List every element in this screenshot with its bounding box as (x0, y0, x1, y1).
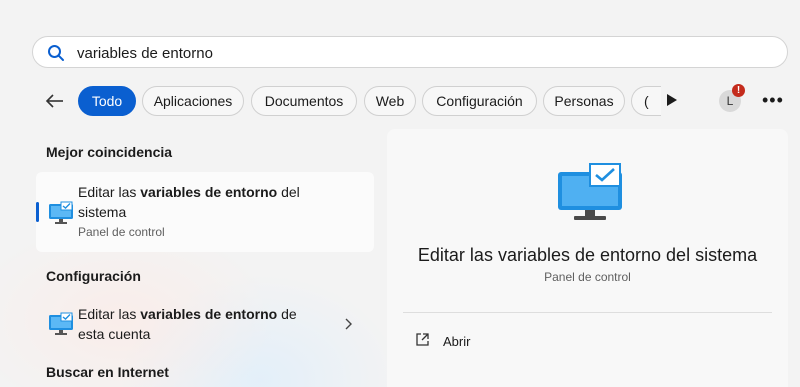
search-input[interactable] (77, 41, 757, 65)
web-search-heading: Buscar en Internet (46, 364, 169, 380)
more-options-button[interactable]: ••• (762, 90, 784, 111)
monitor-checkmark-icon (49, 312, 73, 335)
divider (403, 312, 772, 313)
settings-result[interactable]: Editar las variables de entorno de esta … (36, 296, 374, 348)
monitor-checkmark-icon (558, 163, 622, 220)
tab-todo[interactable]: Todo (78, 86, 136, 116)
monitor-checkmark-icon (49, 201, 73, 224)
best-match-title: Editar las variables de entorno del (78, 184, 300, 200)
chevron-right-icon[interactable] (343, 318, 353, 330)
best-match-title-line2: sistema (78, 204, 127, 220)
open-action[interactable]: Abrir (403, 325, 772, 355)
search-box[interactable] (32, 36, 788, 68)
settings-result-title: Editar las variables de entorno de (78, 306, 297, 322)
settings-heading: Configuración (46, 268, 141, 284)
preview-pane: Editar las variables de entorno del sist… (387, 129, 788, 387)
tab-configuracion[interactable]: Configuración (422, 86, 537, 116)
best-match-heading: Mejor coincidencia (46, 144, 173, 160)
preview-subtitle: Panel de control (544, 270, 631, 284)
settings-result-title-line2: esta cuenta (78, 326, 151, 342)
open-external-icon (416, 333, 429, 346)
notification-badge: ! (732, 84, 745, 97)
preview-title: Editar las variables de entorno del sist… (417, 245, 758, 265)
best-match-result[interactable]: Editar las variables de entorno del sist… (36, 172, 374, 252)
best-match-subtitle: Panel de control (78, 225, 165, 239)
open-label: Abrir (443, 334, 471, 349)
tab-web[interactable]: Web (364, 86, 416, 116)
back-arrow-icon[interactable] (44, 90, 66, 112)
tab-documentos[interactable]: Documentos (251, 86, 357, 116)
tab-aplicaciones[interactable]: Aplicaciones (142, 86, 244, 116)
selection-indicator (36, 202, 39, 222)
tab-personas[interactable]: Personas (543, 86, 625, 116)
search-icon (48, 45, 64, 61)
tab-truncated[interactable]: ( (631, 86, 661, 116)
play-icon[interactable] (665, 92, 679, 108)
